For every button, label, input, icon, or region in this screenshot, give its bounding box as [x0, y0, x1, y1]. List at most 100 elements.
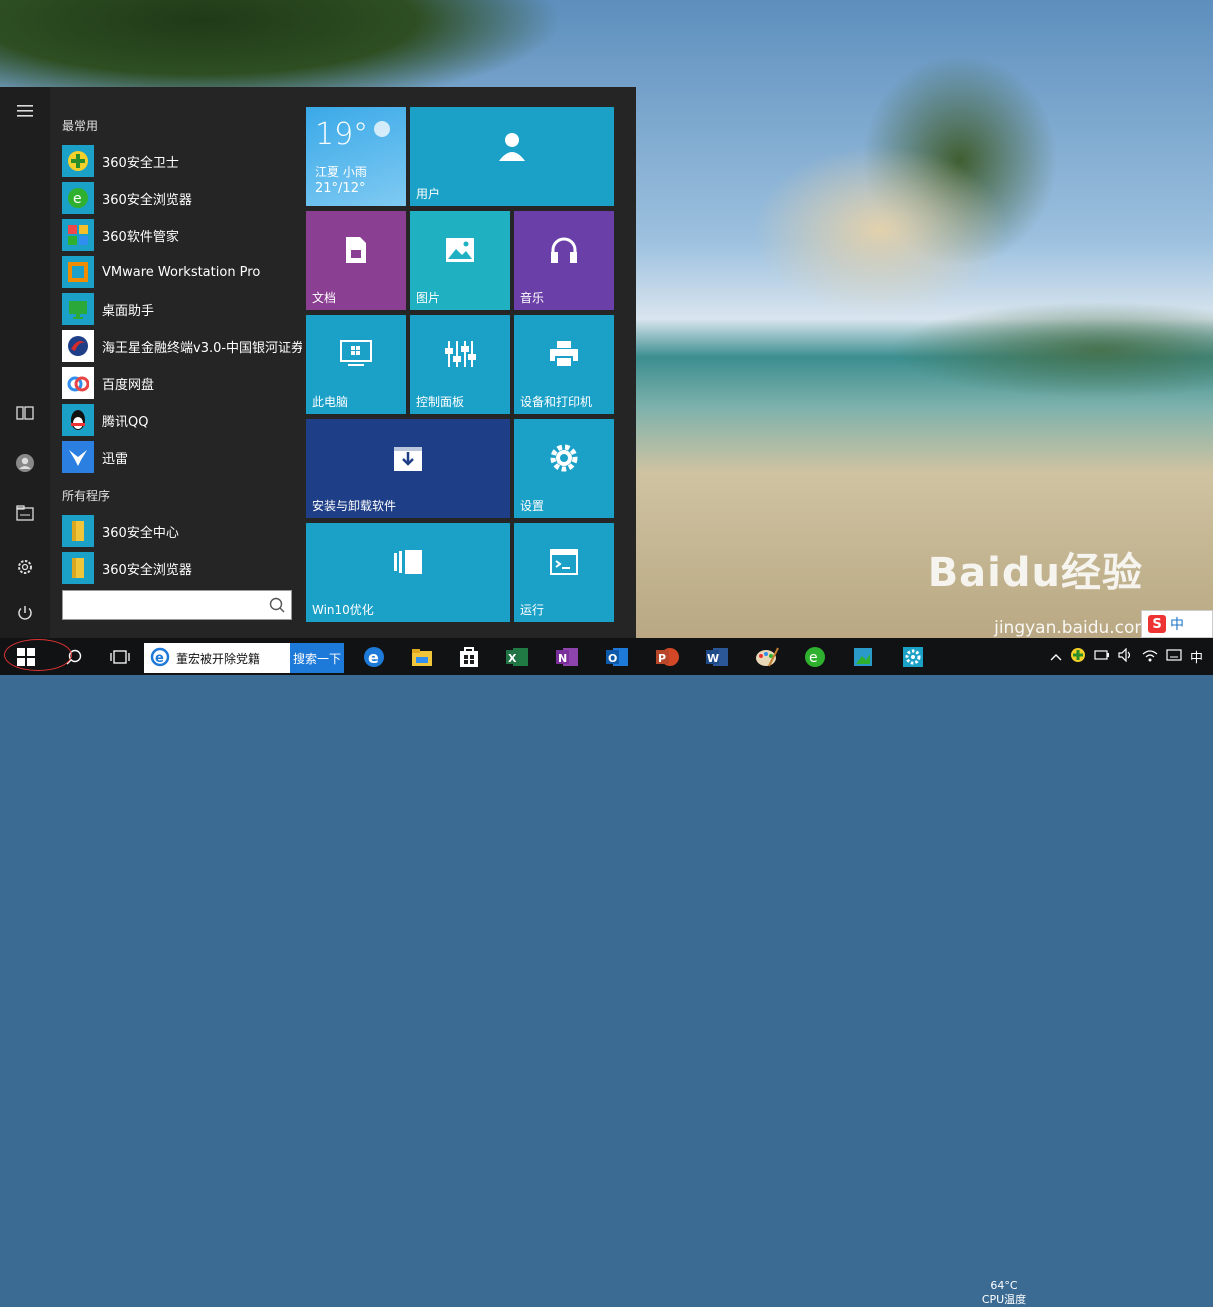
run-window-icon — [550, 549, 578, 578]
picture-icon — [445, 237, 475, 266]
svg-text:N: N — [558, 652, 567, 665]
tile-label: 控制面板 — [416, 395, 465, 409]
folder-icon — [62, 515, 94, 547]
settings-tile[interactable]: 设置 — [514, 419, 614, 518]
sogou-icon: S — [1148, 615, 1166, 633]
user-tile[interactable]: 用户 — [410, 107, 614, 206]
excel-icon[interactable]: X — [500, 638, 534, 675]
app-360-safe-guard[interactable]: 360安全卫士 — [62, 144, 302, 178]
pictures-tile[interactable]: 图片 — [410, 211, 510, 310]
network-icon[interactable] — [1142, 648, 1158, 665]
system-tray: 中 — [1046, 638, 1207, 675]
start-menu: 最常用 360安全卫士 e 360安全浏览器 360软件管家 VMware Wo… — [0, 87, 636, 638]
app-label: 迅雷 — [102, 451, 129, 467]
cpu-temperature: 64°C CPU温度 — [972, 1279, 1036, 1307]
paint-icon[interactable] — [750, 638, 784, 675]
onenote-icon[interactable]: N — [550, 638, 584, 675]
app-neptune-finance[interactable]: 海王星金融终端v3.0-中国银河证券 — [62, 329, 302, 363]
devices-printers-tile[interactable]: 设备和打印机 — [514, 315, 614, 414]
start-search-input[interactable] — [69, 591, 263, 619]
install-uninstall-tile[interactable]: 安装与卸载软件 — [306, 419, 510, 518]
docs-tile[interactable]: 文档 — [306, 211, 406, 310]
tile-label: 设置 — [520, 499, 545, 513]
store-icon[interactable] — [452, 638, 486, 675]
power-icon[interactable] — [0, 593, 50, 633]
weather-location: 江夏 小雨 — [315, 165, 367, 179]
run-tile[interactable]: 运行 — [514, 523, 614, 622]
svg-text:e: e — [73, 191, 82, 207]
app-desktop-helper[interactable]: 桌面助手 — [62, 292, 302, 326]
this-pc-tile[interactable]: 此电脑 — [306, 315, 406, 414]
input-language[interactable]: 中 — [1190, 647, 1203, 666]
search-icon[interactable] — [269, 597, 285, 617]
tile-label: Win10优化 — [312, 603, 374, 617]
cpu-temp-label: CPU温度 — [981, 1293, 1027, 1306]
headphones-icon — [549, 236, 579, 267]
task-view-icon[interactable] — [102, 638, 138, 675]
volume-icon[interactable] — [1118, 647, 1134, 665]
app-qq[interactable]: 腾讯QQ — [62, 403, 302, 437]
control-panel-tile[interactable]: 控制面板 — [410, 315, 510, 414]
hamburger-icon[interactable] — [0, 91, 50, 131]
file-explorer-icon[interactable] — [0, 493, 50, 533]
app-360-security-center-folder[interactable]: 360安全中心 — [62, 514, 302, 548]
app-360-browser-folder[interactable]: 360安全浏览器 — [62, 551, 302, 585]
360-software-manager-icon — [62, 219, 94, 251]
app-vmware[interactable]: VMware Workstation Pro — [62, 255, 302, 289]
app-label: 海王星金融终端v3.0-中国银河证券 — [102, 340, 302, 356]
app-label: 百度网盘 — [102, 377, 155, 393]
taskbar-ie-search-box[interactable]: e 董宏被开除党籍 — [144, 643, 290, 673]
keyboard-layout-icon[interactable] — [1166, 649, 1182, 664]
ie-search-text: 董宏被开除党籍 — [176, 651, 261, 666]
360-browser-icon[interactable]: e — [798, 638, 832, 675]
baidu-watermark-url: jingyan.baidu.com — [994, 618, 1151, 638]
powerpoint-icon[interactable]: P — [650, 638, 684, 675]
user-icon[interactable] — [0, 443, 50, 483]
app-360-browser[interactable]: e 360安全浏览器 — [62, 181, 302, 215]
photos-icon[interactable] — [846, 638, 880, 675]
taskbar-search-button[interactable]: 搜索一下 — [290, 643, 344, 673]
start-rail — [0, 87, 50, 638]
win10-optimize-tile[interactable]: Win10优化 — [306, 523, 510, 622]
word-icon[interactable]: W — [700, 638, 734, 675]
folder-icon — [62, 552, 94, 584]
settings-icon[interactable] — [0, 547, 50, 587]
app-xunlei[interactable]: 迅雷 — [62, 440, 302, 474]
360-browser-icon: e — [62, 182, 94, 214]
weather-tile[interactable]: 19° 江夏 小雨 21°/12° — [306, 107, 406, 206]
file-explorer-icon[interactable] — [405, 638, 439, 675]
baidu-netdisk-icon — [62, 367, 94, 399]
all-programs-title: 所有程序 — [62, 489, 111, 503]
360-tray-icon[interactable] — [1070, 647, 1086, 666]
app-360-software-manager[interactable]: 360软件管家 — [62, 218, 302, 252]
vmware-icon — [62, 256, 94, 288]
start-button-highlight — [4, 639, 72, 671]
battery-icon[interactable] — [1094, 649, 1110, 664]
cpu-temp-value: 64°C — [990, 1279, 1018, 1292]
tablet-mode-icon[interactable] — [0, 393, 50, 433]
settings-app-icon[interactable] — [896, 638, 930, 675]
tile-label: 用户 — [416, 187, 441, 201]
ime-toolbar[interactable]: S 中 — [1141, 610, 1213, 638]
weather-temp: 19° — [315, 117, 369, 152]
edge-icon[interactable]: e — [357, 638, 391, 675]
svg-text:P: P — [658, 652, 666, 665]
tiles-optimize-icon — [393, 549, 423, 578]
svg-text:W: W — [707, 652, 719, 665]
weather-range: 21°/12° — [315, 181, 366, 196]
tile-label: 此电脑 — [312, 395, 349, 409]
start-search-box[interactable] — [62, 590, 292, 620]
chevron-up-icon[interactable] — [1050, 650, 1062, 664]
360-safe-guard-icon — [62, 145, 94, 177]
app-label: 360安全浏览器 — [102, 192, 192, 208]
qq-penguin-icon — [62, 404, 94, 436]
baidu-watermark: Baidu经验 — [927, 550, 1143, 596]
document-icon — [344, 235, 368, 268]
app-list: 最常用 360安全卫士 e 360安全浏览器 360软件管家 VMware Wo… — [50, 87, 302, 638]
tile-label: 图片 — [416, 291, 441, 305]
most-used-title: 最常用 — [62, 119, 99, 133]
outlook-icon[interactable]: O — [600, 638, 634, 675]
app-baidu-netdisk[interactable]: 百度网盘 — [62, 366, 302, 400]
music-tile[interactable]: 音乐 — [514, 211, 614, 310]
person-icon — [498, 131, 526, 164]
